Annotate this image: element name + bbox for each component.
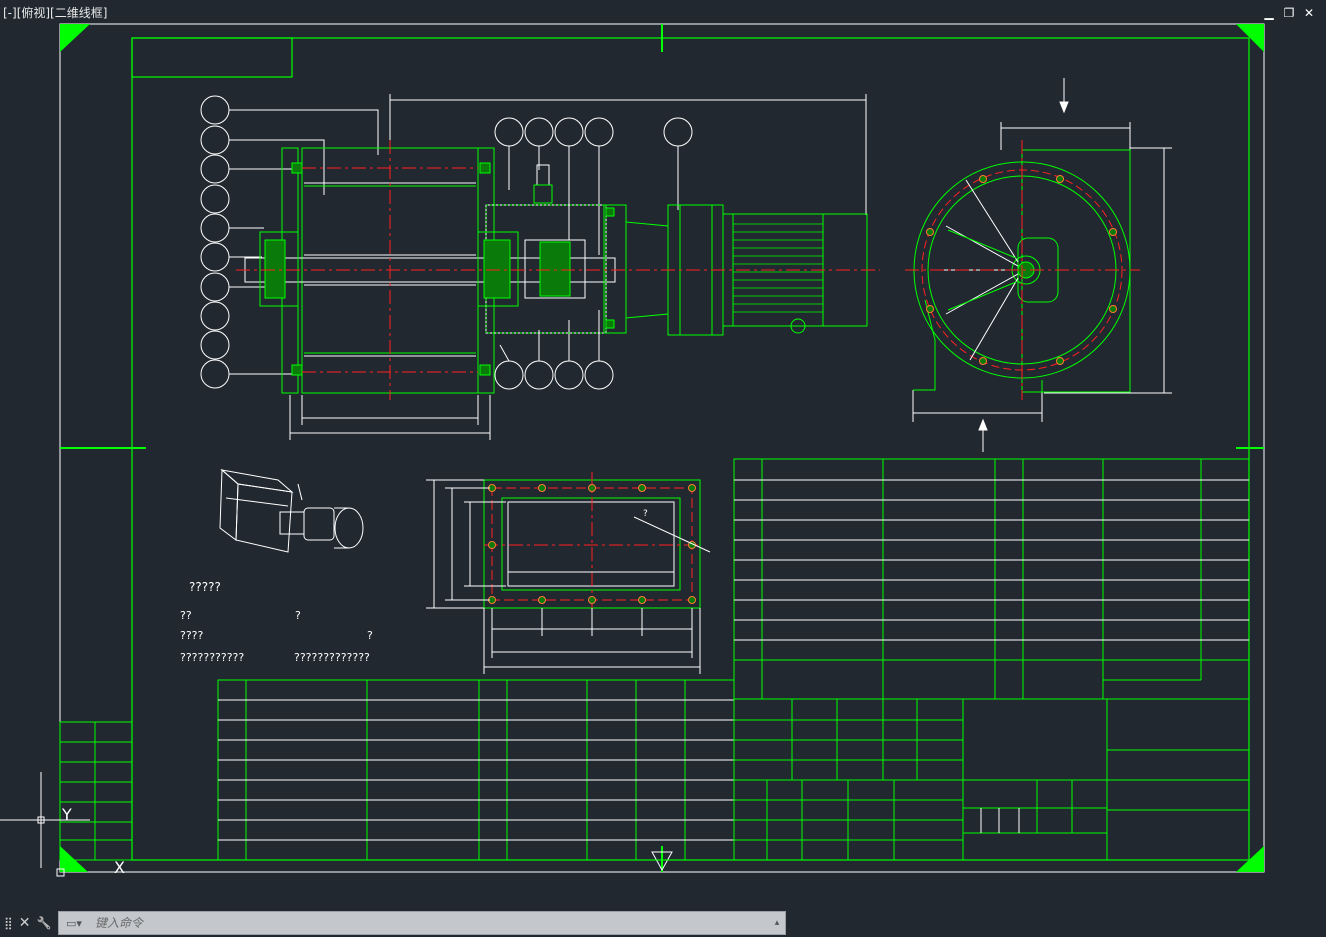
isometric-sketch	[219, 468, 364, 553]
viewport-controls-label[interactable]: [-][俯视][二维线框]	[3, 4, 107, 21]
ucs-x-label: X	[114, 858, 125, 877]
recent-commands-icon[interactable]: ▭▾	[61, 915, 87, 931]
note-line3-left: ???????????	[180, 651, 245, 664]
close-icon[interactable]: ✕	[1302, 6, 1316, 20]
callout-mark: ?	[643, 509, 648, 519]
restore-icon[interactable]: ❐	[1282, 6, 1296, 20]
note-line1-right: ?	[295, 609, 301, 622]
command-input[interactable]	[87, 915, 769, 931]
window-controls: ▁ ❐ ✕	[1262, 6, 1316, 20]
drum-side-view	[905, 78, 1172, 452]
flange-view	[426, 472, 711, 674]
note-line2-right: ?	[367, 629, 373, 642]
close-command-line-icon[interactable]: ✕	[19, 915, 31, 931]
ucs-y-label: Y	[61, 805, 72, 824]
corner-markers	[60, 24, 1264, 872]
leader-lines	[229, 109, 379, 375]
command-line-bar: ⣿ ✕ 🔧 ▭▾ ▴	[0, 910, 786, 936]
title-block	[733, 698, 1250, 861]
note-line1-left: ??	[180, 609, 192, 622]
command-history-arrow-icon[interactable]: ▴	[769, 918, 785, 928]
revision-table	[217, 679, 735, 861]
customize-wrench-icon[interactable]: 🔧	[37, 916, 52, 930]
minimize-icon[interactable]: ▁	[1262, 6, 1276, 20]
drawing-border	[59, 23, 1265, 873]
drawing-canvas[interactable]: Y X ?	[0, 0, 1326, 937]
parts-list-table	[733, 458, 1250, 700]
note-line3-right: ?????????????	[294, 651, 370, 664]
grip-icon[interactable]: ⣿	[4, 916, 13, 930]
drum-front-view	[200, 94, 880, 440]
centering-marks	[60, 24, 1264, 872]
note-title: ?????	[189, 580, 221, 594]
command-line-tools: ⣿ ✕ 🔧	[0, 910, 58, 936]
side-table	[59, 721, 133, 861]
title-frame	[131, 37, 1250, 861]
balloons-left	[200, 95, 230, 389]
command-line-field[interactable]: ▭▾ ▴	[58, 911, 786, 935]
note-line2-left: ????	[180, 629, 204, 642]
